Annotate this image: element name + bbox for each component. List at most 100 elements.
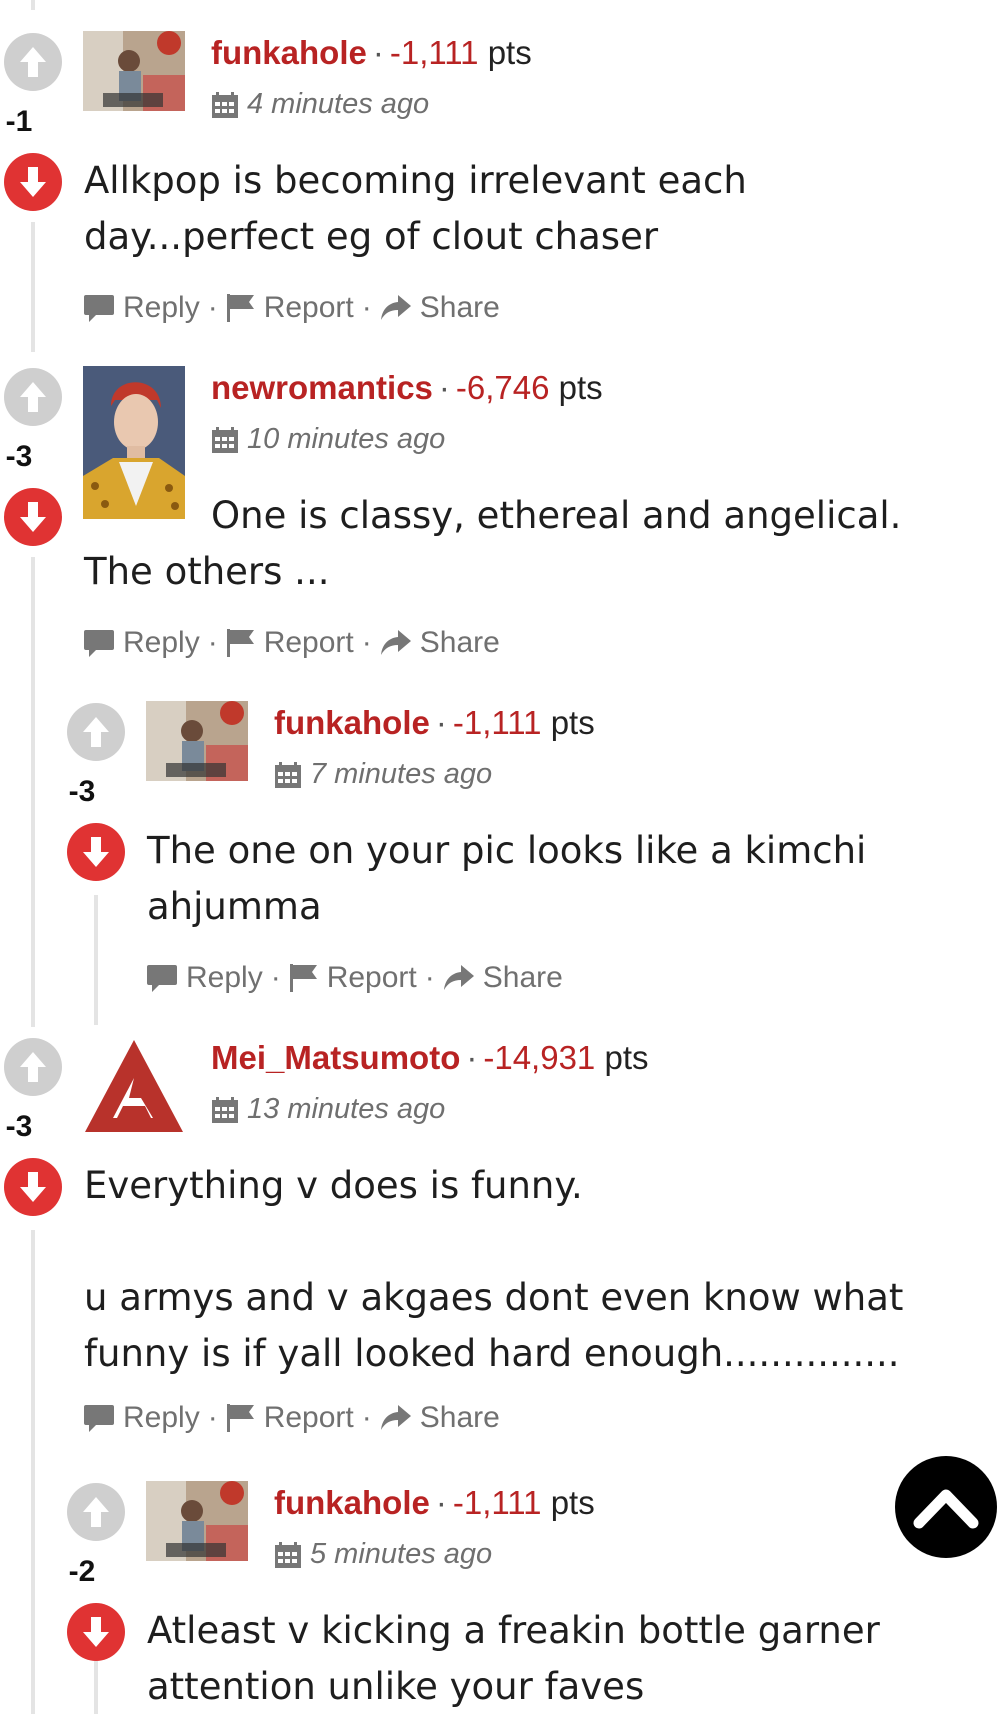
share-button[interactable]: Share [380, 1401, 500, 1435]
vote-column: -3 [66, 703, 126, 881]
upvote-button[interactable] [4, 33, 62, 91]
vote-column: -3 [3, 1038, 63, 1216]
reply-button[interactable]: Reply [83, 291, 200, 325]
scroll-to-top-button[interactable] [895, 1456, 997, 1558]
points-label: pts [550, 704, 595, 741]
arrow-up-icon [83, 717, 109, 747]
report-button[interactable]: Report [226, 626, 354, 660]
points-label: pts [604, 1039, 649, 1076]
separator: · [361, 1401, 372, 1434]
username[interactable]: newromantics [211, 369, 433, 406]
separator: · [207, 291, 218, 324]
username[interactable]: funkahole [274, 704, 430, 741]
vote-column: -1 [3, 33, 63, 211]
avatar[interactable] [146, 701, 248, 781]
share-arrow-icon [380, 630, 411, 655]
comment: -1 funkahole · -1,111 pts 4 minutes ago Al… [0, 0, 1000, 345]
comment: -3 newromantics · -6,746 pts 10 minutes ag… [0, 335, 1000, 680]
chevron-up-icon [913, 1489, 979, 1529]
report-label: Report [263, 626, 354, 659]
points-label: pts [558, 369, 603, 406]
report-label: Report [263, 1401, 354, 1434]
timestamp: 10 minutes ago [247, 423, 446, 455]
arrow-up-icon [20, 47, 46, 77]
vote-score: -3 [5, 1110, 33, 1143]
calendar-icon [212, 426, 238, 453]
calendar-icon [275, 761, 301, 788]
separator: · [361, 291, 372, 324]
upvote-button[interactable] [4, 1038, 62, 1096]
flag-icon [226, 294, 254, 322]
avatar[interactable] [146, 1481, 248, 1561]
share-button[interactable]: Share [380, 291, 500, 325]
flag-icon [289, 964, 317, 992]
arrow-up-icon [20, 1052, 46, 1082]
flag-icon [226, 1404, 254, 1432]
share-label: Share [419, 1401, 500, 1434]
reply-button[interactable]: Reply [146, 961, 263, 995]
report-button[interactable]: Report [226, 1401, 354, 1435]
avatar-logo [85, 1040, 183, 1132]
username[interactable]: funkahole [211, 34, 367, 71]
username[interactable]: funkahole [274, 1484, 430, 1521]
separator: · [207, 626, 218, 659]
downvote-button[interactable] [4, 488, 62, 546]
points-label: pts [550, 1484, 595, 1521]
comment-meta: Mei_Matsumoto · -14,931 pts 13 minutes ago [211, 1039, 649, 1125]
comment-line: One is classy, ethereal and angelical. [211, 494, 902, 537]
comment-body: One is classy, ethereal and angelical. T… [84, 488, 901, 600]
username[interactable]: Mei_Matsumoto [211, 1039, 460, 1076]
reply-label: Reply [123, 1401, 200, 1434]
arrow-down-icon [20, 1172, 46, 1202]
separator: · [424, 961, 435, 994]
comment-reply: -3 funkahole · -1,111 pts 7 minutes ago Th… [63, 670, 1000, 1015]
vote-column: -3 [3, 368, 63, 546]
arrow-up-icon [20, 382, 46, 412]
reply-label: Reply [186, 961, 263, 994]
comment-actions: Reply · Report · Share [146, 961, 563, 995]
upvote-button[interactable] [67, 1483, 125, 1541]
comment-line: ahjumma [147, 885, 322, 928]
arrow-down-icon [20, 502, 46, 532]
report-label: Report [326, 961, 417, 994]
comment-meta: funkahole · -1,111 pts 4 minutes ago [211, 34, 532, 120]
avatar-image [146, 1481, 248, 1561]
flag-icon [226, 629, 254, 657]
comment-line: Everything v does is funny. [84, 1164, 583, 1207]
comment-actions: Reply · Report · Share [83, 291, 500, 325]
comment-line: Atleast v kicking a freakin bottle garne… [147, 1609, 880, 1652]
upvote-button[interactable] [67, 703, 125, 761]
comment-line: funny is if yall looked hard enough.....… [84, 1332, 900, 1375]
speech-bubble-icon [84, 295, 114, 322]
downvote-button[interactable] [67, 1603, 125, 1661]
arrow-up-icon [83, 1497, 109, 1527]
reply-button[interactable]: Reply [83, 1401, 200, 1435]
downvote-button[interactable] [67, 823, 125, 881]
user-points: -1,111 [452, 1484, 542, 1521]
reply-label: Reply [123, 626, 200, 659]
reply-button[interactable]: Reply [83, 626, 200, 660]
report-button[interactable]: Report [226, 291, 354, 325]
comment-reply: -2 funkahole · -1,111 pts 5 minutes ago At… [63, 1450, 1000, 1714]
share-button[interactable]: Share [380, 626, 500, 660]
comment-body: Everything v does is funny. u armys and … [84, 1158, 903, 1382]
vote-score: -1 [5, 105, 33, 138]
separator: · [361, 626, 372, 659]
avatar[interactable] [83, 31, 185, 111]
report-button[interactable]: Report [289, 961, 417, 995]
vote-score: -2 [68, 1555, 96, 1588]
downvote-button[interactable] [4, 153, 62, 211]
speech-bubble-icon [147, 965, 177, 992]
comment-body: The one on your pic looks like a kimchi … [147, 823, 866, 935]
user-points: -6,746 [455, 369, 550, 406]
user-points: -14,931 [483, 1039, 596, 1076]
vote-score: -3 [68, 775, 96, 808]
avatar-image [83, 31, 185, 111]
speech-bubble-icon [84, 630, 114, 657]
upvote-button[interactable] [4, 368, 62, 426]
downvote-button[interactable] [4, 1158, 62, 1216]
comment-line: The others ... [84, 550, 330, 593]
share-arrow-icon [443, 965, 474, 990]
share-button[interactable]: Share [443, 961, 563, 995]
avatar[interactable] [83, 1036, 185, 1136]
